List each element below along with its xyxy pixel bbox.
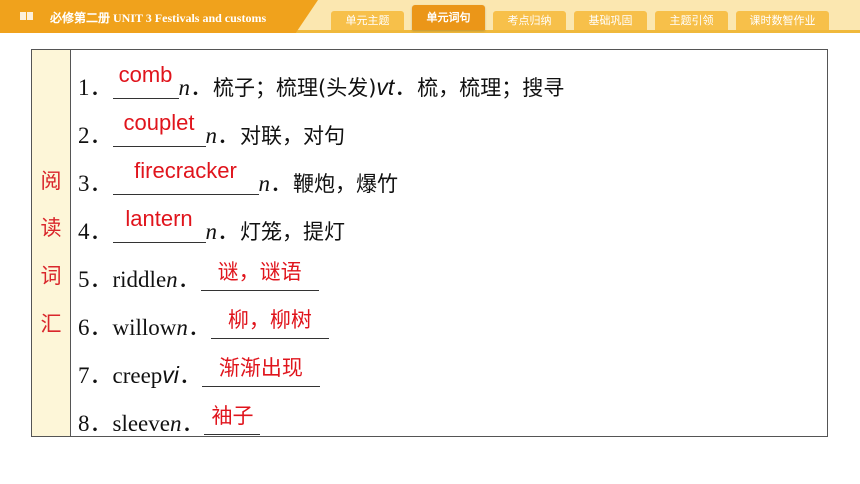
item-number: 4． — [78, 219, 113, 244]
pos-separator: ． — [177, 267, 201, 292]
tab-basic-practice[interactable]: 基础巩固 — [574, 11, 647, 30]
word-text: riddle — [112, 267, 167, 292]
pos-separator: ． — [178, 363, 202, 388]
item-number: 2． — [78, 123, 113, 148]
part-of-speech: vt — [376, 74, 395, 100]
pos-separator: ． — [187, 315, 211, 340]
item-number: 8． — [78, 411, 113, 436]
item-number: 3． — [78, 171, 113, 196]
meaning-text: 梳，梳理；搜寻 — [417, 76, 565, 100]
meaning-text: 灯笼，提灯 — [240, 220, 345, 244]
breadcrumb: 必修第二册 UNIT 3 Festivals and customs — [0, 0, 318, 33]
pos-separator: ． — [190, 75, 213, 100]
word-text: willow — [112, 315, 177, 340]
vocab-item: 2． couplet n．对联，对句 — [78, 110, 345, 156]
answer-text: 渐渐出现 — [218, 356, 303, 380]
vocab-item: 3． firecracker n．鞭炮，爆竹 — [78, 158, 398, 204]
vocab-item: 5．riddle n． 谜，谜语 — [78, 260, 319, 300]
answer-blank: lantern — [112, 206, 206, 243]
book-icon — [20, 12, 33, 20]
pos-separator: ． — [394, 75, 418, 100]
pos-separator: ． — [270, 171, 293, 196]
part-of-speech: n — [205, 123, 218, 148]
part-of-speech: n — [178, 75, 191, 100]
pos-separator: ． — [217, 219, 240, 244]
side-label: 阅 读 词 汇 — [32, 50, 71, 436]
answer-blank: comb — [112, 62, 179, 99]
word-text: creep — [112, 363, 163, 388]
answer-blank: couplet — [112, 110, 206, 147]
vocab-item: 8．sleeve n． 袖子 — [78, 404, 261, 444]
part-of-speech: n — [176, 315, 188, 340]
part-of-speech: vi — [162, 362, 179, 388]
tab-vocabulary[interactable]: 单元词句 — [412, 5, 485, 30]
meaning-text: 对联，对句 — [240, 124, 345, 148]
item-number: 5． — [78, 267, 113, 292]
answer-text: 谜，谜语 — [217, 260, 302, 284]
answer-blank: 柳，柳树 — [210, 308, 329, 339]
answer-text: lantern — [125, 206, 193, 231]
side-label-char: 汇 — [40, 312, 62, 336]
answer-text: comb — [118, 62, 173, 87]
tab-homework[interactable]: 课时数智作业 — [736, 11, 829, 30]
vocab-item: 4． lantern n．灯笼，提灯 — [78, 206, 345, 252]
answer-text: 袖子 — [211, 404, 254, 428]
pos-separator: ． — [217, 123, 240, 148]
item-number: 6． — [78, 315, 113, 340]
part-of-speech: n — [166, 267, 178, 292]
answer-text: couplet — [123, 110, 195, 135]
vocab-item: 1． comb n．梳子；梳理(头发) vt．梳，梳理；搜寻 — [78, 62, 565, 108]
part-of-speech: n — [169, 411, 182, 436]
item-number: 1． — [78, 75, 113, 100]
answer-blank: 渐渐出现 — [201, 356, 320, 387]
vocab-item: 7．creep vi． 渐渐出现 — [78, 356, 320, 396]
page-header: 必修第二册 UNIT 3 Festivals and customs 单元主题 … — [0, 0, 860, 38]
meaning-text: 鞭炮，爆竹 — [293, 172, 398, 196]
part-of-speech: n — [205, 219, 218, 244]
answer-text: 柳，柳树 — [227, 308, 312, 332]
breadcrumb-text: 必修第二册 UNIT 3 Festivals and customs — [50, 11, 267, 25]
tab-theme-lead[interactable]: 主题引领 — [655, 11, 728, 30]
side-label-char: 阅 — [40, 169, 62, 193]
item-number: 7． — [78, 363, 113, 388]
answer-blank: firecracker — [112, 158, 259, 195]
side-label-char: 读 — [40, 216, 62, 240]
part-of-speech: n — [258, 171, 271, 196]
vocab-item: 6．willow n． 柳，柳树 — [78, 308, 329, 348]
meaning-text: 梳子；梳理(头发) — [213, 76, 377, 100]
word-text: sleeve — [112, 411, 170, 436]
tab-unit-theme[interactable]: 单元主题 — [331, 11, 404, 30]
answer-text: firecracker — [134, 158, 237, 183]
tab-key-points[interactable]: 考点归纳 — [493, 11, 566, 30]
answer-blank: 谜，谜语 — [200, 260, 319, 291]
answer-blank: 袖子 — [204, 404, 261, 435]
pos-separator: ． — [181, 411, 205, 436]
side-label-char: 词 — [40, 264, 62, 288]
